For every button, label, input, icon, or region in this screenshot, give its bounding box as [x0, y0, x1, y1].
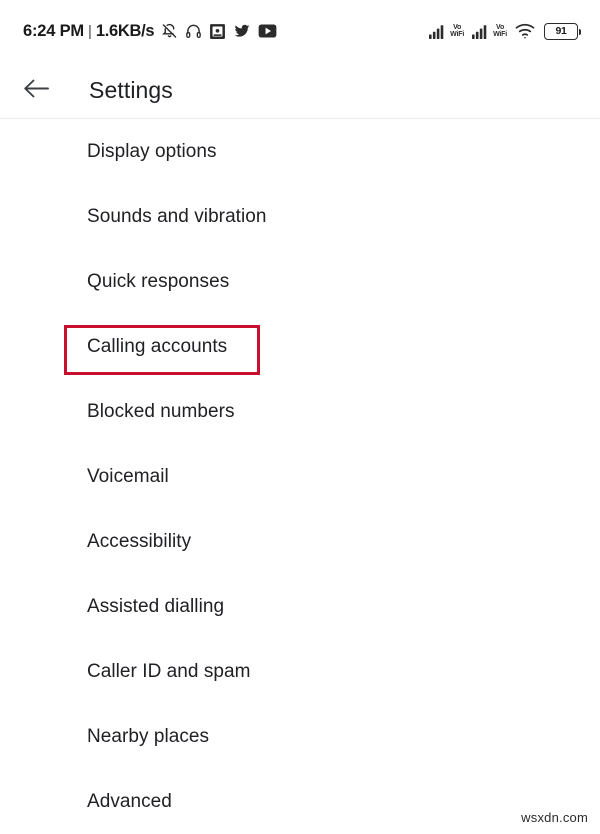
list-item-label: Advanced — [87, 791, 172, 812]
settings-item-advanced[interactable]: Advanced — [0, 769, 600, 834]
list-item-label: Sounds and vibration — [87, 206, 267, 227]
list-item-label: Nearby places — [87, 726, 210, 747]
settings-item-display-options[interactable]: Display options — [0, 119, 600, 184]
list-item-label: Voicemail — [87, 466, 169, 487]
vowifi-line-2: WiFi — [493, 30, 507, 38]
arrow-left-icon — [23, 77, 50, 105]
settings-item-calling-accounts[interactable]: Calling accounts — [0, 314, 600, 379]
headphones-icon — [185, 20, 202, 42]
signal-bars-icon — [472, 24, 489, 39]
youtube-icon — [258, 20, 277, 42]
status-bar-right-group: Vo WiFi Vo WiFi 91 — [421, 18, 581, 44]
settings-item-sounds-and-vibration[interactable]: Sounds and vibration — [0, 184, 600, 249]
settings-item-voicemail[interactable]: Voicemail — [0, 444, 600, 509]
list-item-label: Assisted dialling — [87, 596, 225, 617]
list-item-label: Quick responses — [87, 271, 230, 292]
list-item-label: Blocked numbers — [87, 401, 235, 422]
network-speed-label: 1.6KB/s — [95, 21, 155, 40]
settings-item-quick-responses[interactable]: Quick responses — [0, 249, 600, 314]
wifi-icon — [515, 23, 535, 39]
settings-item-blocked-numbers[interactable]: Blocked numbers — [0, 379, 600, 444]
vowifi-line-2: WiFi — [450, 30, 465, 38]
settings-item-assisted-dialling[interactable]: Assisted dialling — [0, 574, 600, 639]
settings-item-nearby-places[interactable]: Nearby places — [0, 704, 600, 769]
vowifi-line-1: Vo — [453, 23, 462, 31]
settings-list: Display options Sounds and vibration Qui… — [0, 119, 600, 834]
twitter-icon — [233, 20, 251, 42]
status-bar: 6:24 PM | 1.6KB/s Vo WiFi Vo WiFi 91 — [0, 0, 600, 62]
list-item-label: Calling accounts — [87, 336, 228, 357]
status-bar-left-group: 6:24 PM | 1.6KB/s — [23, 18, 277, 44]
settings-item-caller-id-and-spam[interactable]: Caller ID and spam — [0, 639, 600, 704]
status-clock: 6:24 PM — [23, 21, 84, 40]
vowifi-label: Vo WiFi — [450, 24, 464, 38]
battery-icon: 91 — [544, 22, 581, 40]
list-item-label: Display options — [87, 141, 217, 162]
vowifi-line-1: Vo — [496, 23, 505, 31]
signal-bars-icon — [429, 24, 446, 39]
list-item-label: Caller ID and spam — [87, 661, 251, 682]
notifications-off-icon — [161, 20, 178, 42]
list-item-label: Accessibility — [87, 531, 192, 552]
battery-level-label: 91 — [555, 25, 567, 37]
status-separator: | — [87, 22, 92, 40]
settings-item-accessibility[interactable]: Accessibility — [0, 509, 600, 574]
page-title: Settings — [89, 77, 173, 103]
app-bar: Settings — [0, 62, 600, 119]
app-screenshot-icon — [209, 20, 226, 42]
back-button[interactable] — [13, 68, 59, 114]
watermark: wsxdn.com — [521, 810, 588, 825]
vowifi-label: Vo WiFi — [493, 24, 507, 38]
